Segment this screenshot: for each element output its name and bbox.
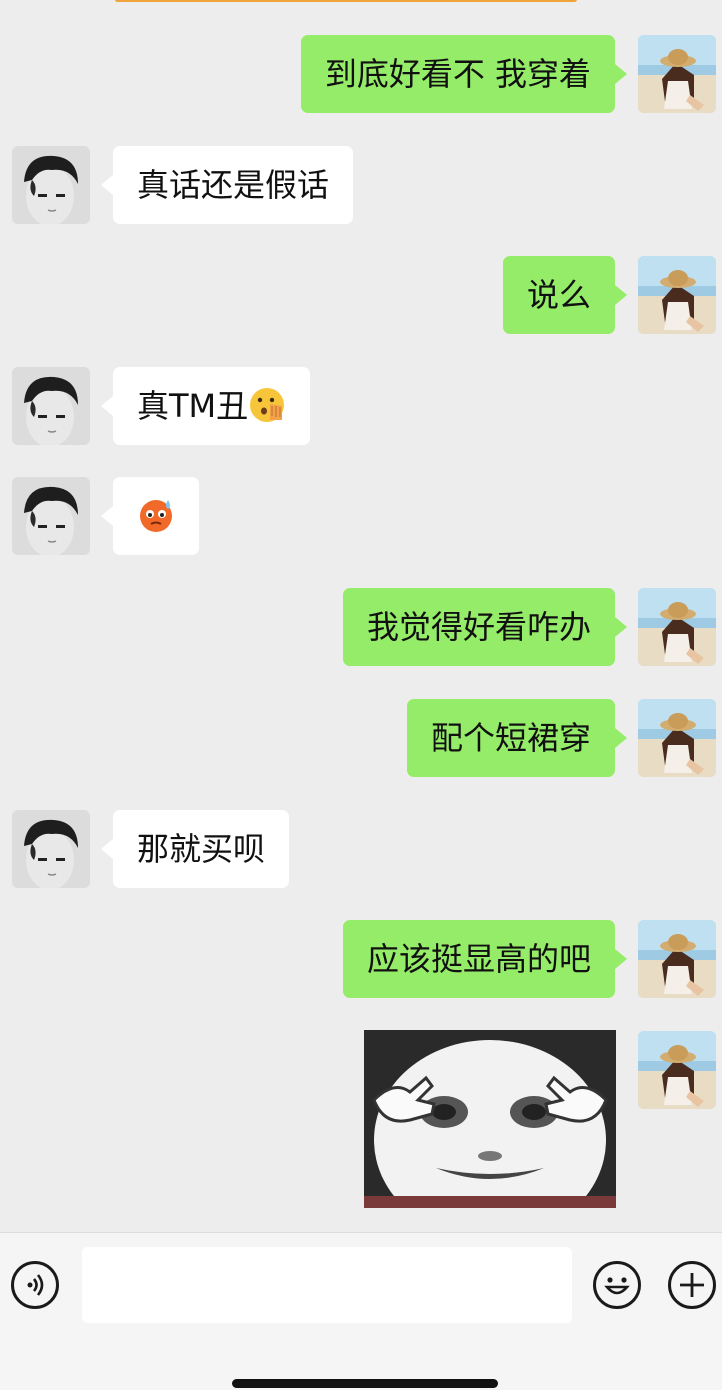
my-avatar[interactable] — [638, 256, 716, 334]
contact-avatar[interactable] — [12, 477, 90, 555]
message-text: 到底好看不 我穿着 — [324, 55, 591, 93]
anxious-face-with-sweat-emoji-icon — [137, 496, 175, 534]
home-indicator — [232, 1379, 498, 1388]
message-bubble-sent[interactable]: 我觉得好看咋办 — [342, 588, 628, 666]
message-text: 真TM丑 — [137, 387, 249, 425]
input-bar — [0, 1232, 722, 1390]
message-bubble-received[interactable]: 真话还是假话 — [100, 146, 354, 224]
contact-avatar[interactable] — [12, 367, 90, 445]
message-text: 配个短裙穿 — [430, 719, 591, 757]
voice-icon[interactable] — [11, 1261, 59, 1309]
contact-avatar[interactable] — [12, 146, 90, 224]
face-with-hand-over-mouth-emoji-icon — [248, 386, 286, 424]
sticker-image[interactable] — [364, 1030, 616, 1208]
contact-avatar[interactable] — [12, 810, 90, 888]
my-avatar[interactable] — [638, 920, 716, 998]
message-bubble-sent[interactable]: 配个短裙穿 — [406, 699, 628, 777]
message-text: 我觉得好看咋办 — [366, 608, 591, 646]
message-bubble-received[interactable]: 那就买呗 — [100, 810, 290, 888]
message-bubble-sent[interactable]: 应该挺显高的吧 — [342, 920, 628, 998]
chat-area[interactable]: 到底好看不 我穿着 真话还是假话 说么 真TM丑 我觉得好看咋办 配个短裙穿 那… — [0, 0, 722, 1232]
my-avatar[interactable] — [638, 699, 716, 777]
previous-message-edge — [115, 0, 577, 2]
my-avatar[interactable] — [638, 35, 716, 113]
message-text: 应该挺显高的吧 — [366, 940, 591, 978]
plus-icon[interactable] — [668, 1261, 716, 1309]
smiley-icon[interactable] — [593, 1261, 641, 1309]
message-text: 那就买呗 — [137, 830, 266, 868]
message-text: 说么 — [526, 276, 591, 314]
my-avatar[interactable] — [638, 588, 716, 666]
message-input[interactable] — [82, 1247, 572, 1323]
message-bubble-sent[interactable]: 到底好看不 我穿着 — [300, 35, 628, 113]
my-avatar[interactable] — [638, 1031, 716, 1109]
message-bubble-received[interactable]: 真TM丑 — [100, 367, 311, 445]
message-bubble-sent[interactable]: 说么 — [502, 256, 628, 334]
message-text: 真话还是假话 — [137, 166, 330, 204]
message-bubble-received[interactable] — [101, 477, 199, 555]
